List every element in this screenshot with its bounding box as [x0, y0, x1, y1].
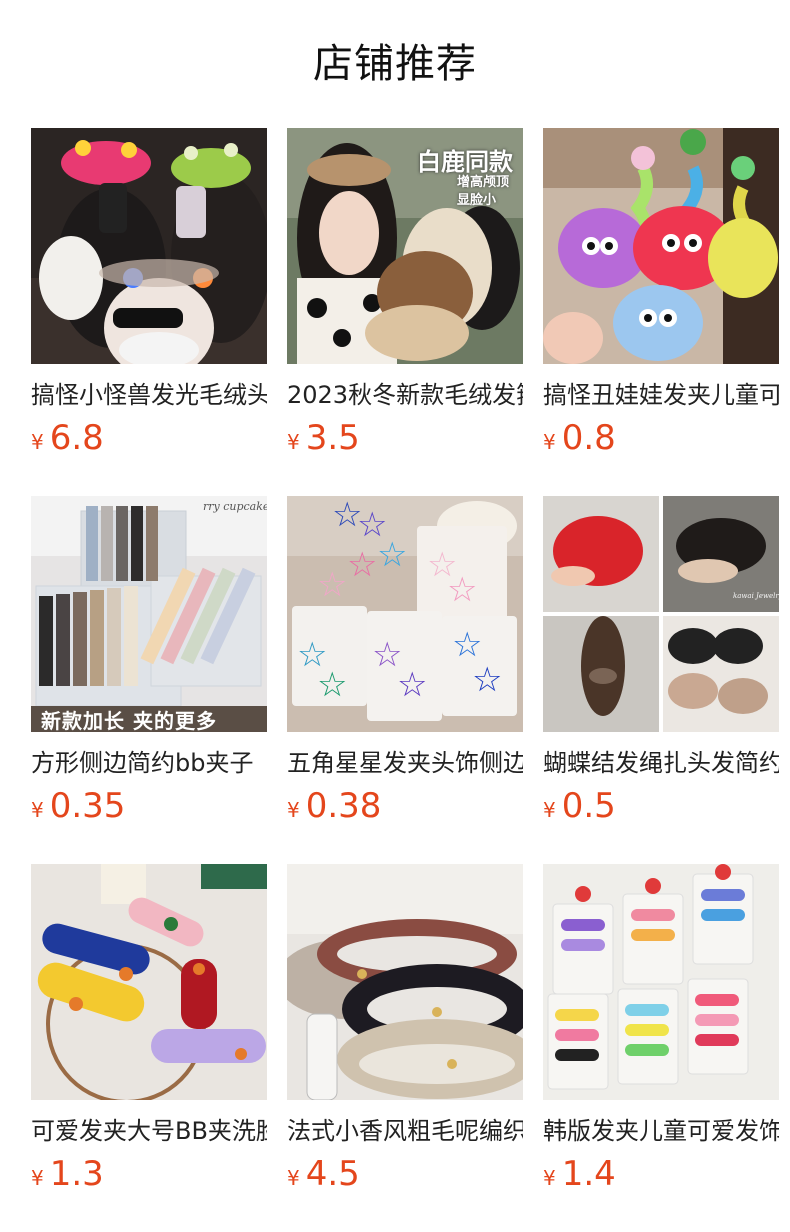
bow-hair-tie-photo [543, 496, 779, 732]
svg-text:☆: ☆ [452, 625, 482, 665]
product-name[interactable]: 五角星星发夹头饰侧边 [287, 746, 523, 780]
svg-text:☆: ☆ [317, 665, 347, 705]
product-name[interactable]: 搞怪丑娃娃发夹儿童可爱 [543, 378, 779, 412]
product-name[interactable]: 可爱发夹大号BB夹洗脸 [31, 1114, 267, 1148]
ugly-doll-hairclip-photo [543, 128, 779, 364]
product-card[interactable]: ☆ ☆ ☆ ☆ ☆ ☆ ☆ ☆ ☆ ☆ ☆ ☆ ☆ 五角星星发夹头饰侧边 ¥ 0… [287, 496, 523, 864]
currency-symbol: ¥ [543, 798, 556, 822]
product-card[interactable]: 法式小香风粗毛呢编织发箍 ¥4.5 [287, 864, 523, 1232]
image-subtag: 增高颅顶 显脸小 [457, 175, 510, 208]
currency-symbol: ¥ [287, 430, 300, 454]
svg-text:☆: ☆ [447, 570, 477, 610]
product-name[interactable]: 蝴蝶结发绳扎头发简约 [543, 746, 779, 780]
price-value: 3.5 [305, 418, 360, 458]
currency-symbol: ¥ [543, 1166, 556, 1190]
product-image[interactable] [31, 864, 267, 1100]
product-price: ¥6.8 [31, 418, 104, 458]
price-value: 4.5 [305, 1154, 360, 1194]
product-price: ¥0.8 [543, 418, 616, 458]
svg-text:☆: ☆ [377, 535, 407, 575]
product-name[interactable]: 法式小香风粗毛呢编织发箍 [287, 1114, 523, 1148]
price-value: 0.35 [49, 786, 126, 826]
box-label: rry cupcake - [203, 500, 267, 513]
price-value: 0.8 [561, 418, 616, 458]
currency-symbol: ¥ [287, 798, 300, 822]
currency-symbol: ¥ [31, 798, 44, 822]
product-price: ¥4.5 [287, 1154, 360, 1194]
product-card[interactable]: 可爱发夹大号BB夹洗脸 ¥1.3 [31, 864, 267, 1232]
product-name[interactable]: 2023秋冬新款毛绒发箍 [287, 378, 523, 412]
star-hairclip-cards-photo: ☆ ☆ ☆ ☆ ☆ ☆ ☆ ☆ ☆ ☆ ☆ ☆ ☆ [287, 496, 523, 732]
product-card[interactable]: kawai Jewelry 蝴蝶结发绳扎头发简约 ¥0.5 [543, 496, 779, 864]
price-value: 1.3 [49, 1154, 104, 1194]
svg-text:☆: ☆ [397, 665, 427, 705]
product-image[interactable] [543, 128, 779, 364]
product-card[interactable]: 搞怪小怪兽发光毛绒头箍 ¥6.8 [31, 128, 267, 496]
product-price: ¥3.5 [287, 418, 360, 458]
product-image[interactable]: 新款加长 夹的更多 rry cupcake - [31, 496, 267, 732]
brand-watermark: kawai Jewelry [733, 592, 779, 600]
large-bb-clip-photo [31, 864, 267, 1100]
tweed-headband-photo [287, 864, 523, 1100]
korean-kids-clips-photo [543, 864, 779, 1100]
currency-symbol: ¥ [31, 1166, 44, 1190]
currency-symbol: ¥ [31, 430, 44, 454]
product-name[interactable]: 方形侧边简约bb夹子 [31, 746, 267, 780]
product-image[interactable]: kawai Jewelry [543, 496, 779, 732]
product-card[interactable]: 韩版发夹儿童可爱发饰 ¥1.4 [543, 864, 779, 1232]
product-image[interactable] [287, 864, 523, 1100]
product-card[interactable]: 新款加长 夹的更多 rry cupcake - 方形侧边简约bb夹子 ¥0.35 [31, 496, 267, 864]
image-banner: 新款加长 夹的更多 [41, 709, 217, 732]
store-recommendation-page: 店铺推荐 搞怪小怪兽发光毛绒头 ¥ 6.8 白鹿同款 增高颅顶 显脸小 2023… [0, 0, 790, 1232]
product-price: ¥0.35 [31, 786, 125, 826]
glowing-monster-headband-photo [31, 128, 267, 364]
image-tag: 白鹿同款 [417, 147, 513, 176]
price-value: 0.5 [561, 786, 616, 826]
product-price: ¥1.4 [543, 1154, 616, 1194]
section-title: 店铺推荐 [313, 41, 477, 87]
svg-text:☆: ☆ [472, 660, 502, 700]
product-image[interactable]: ☆ ☆ ☆ ☆ ☆ ☆ ☆ ☆ ☆ ☆ ☆ ☆ ☆ [287, 496, 523, 732]
product-image[interactable] [543, 864, 779, 1100]
product-name[interactable]: 韩版发夹儿童可爱发饰 [543, 1114, 779, 1148]
currency-symbol: ¥ [287, 1166, 300, 1190]
price-value: 1.4 [561, 1154, 616, 1194]
currency-symbol: ¥ [543, 430, 556, 454]
product-price: ¥1.3 [31, 1154, 104, 1194]
product-image[interactable] [31, 128, 267, 364]
product-price: ¥0.38 [287, 786, 381, 826]
product-card[interactable]: 白鹿同款 增高颅顶 显脸小 2023秋冬新款毛绒发箍 ¥3.5 [287, 128, 523, 496]
svg-text:☆: ☆ [317, 565, 347, 605]
product-card[interactable]: 搞怪丑娃娃发夹儿童可爱 ¥0.8 [543, 128, 779, 496]
product-image[interactable]: 白鹿同款 增高颅顶 显脸小 [287, 128, 523, 364]
product-name[interactable]: 搞怪小怪兽发光毛绒头箍 [31, 378, 267, 412]
product-price: ¥0.5 [543, 786, 616, 826]
price-value: 6.8 [49, 418, 104, 458]
svg-text:☆: ☆ [347, 545, 377, 585]
square-bb-clip-box-photo [31, 496, 267, 732]
product-grid: 搞怪小怪兽发光毛绒头箍 ¥6.8 [31, 128, 779, 1232]
price-value: 0.38 [305, 786, 382, 826]
